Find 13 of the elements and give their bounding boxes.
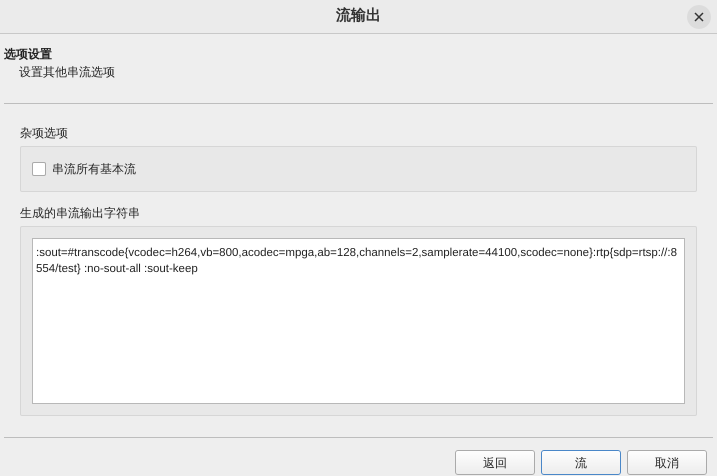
close-icon: [694, 12, 704, 22]
checkbox-row[interactable]: 串流所有基本流: [32, 160, 136, 178]
dialog-button[interactable]: 返回: [455, 450, 535, 475]
close-button[interactable]: [687, 5, 711, 29]
header-title: 选项设置: [4, 46, 53, 62]
output-string-field[interactable]: :sout=#transcode{vcodec=h264,vb=800,acodec=mpga,ab=128,channels=2,samplerate=44100,scodec=none}:rtp{sdp=rtsp://:8554/test} :no-sout-all :sout-keep: [32, 238, 685, 404]
dialog-button[interactable]: 取消: [627, 450, 707, 475]
dialog-button[interactable]: 流: [541, 450, 621, 475]
section-label: 杂项选项: [20, 126, 68, 140]
header-subtitle: 设置其他串流选项: [18, 64, 116, 80]
window-title: 流输出: [336, 6, 381, 26]
checkbox[interactable]: [32, 162, 46, 176]
section-label: 生成的串流输出字符串: [20, 206, 140, 220]
